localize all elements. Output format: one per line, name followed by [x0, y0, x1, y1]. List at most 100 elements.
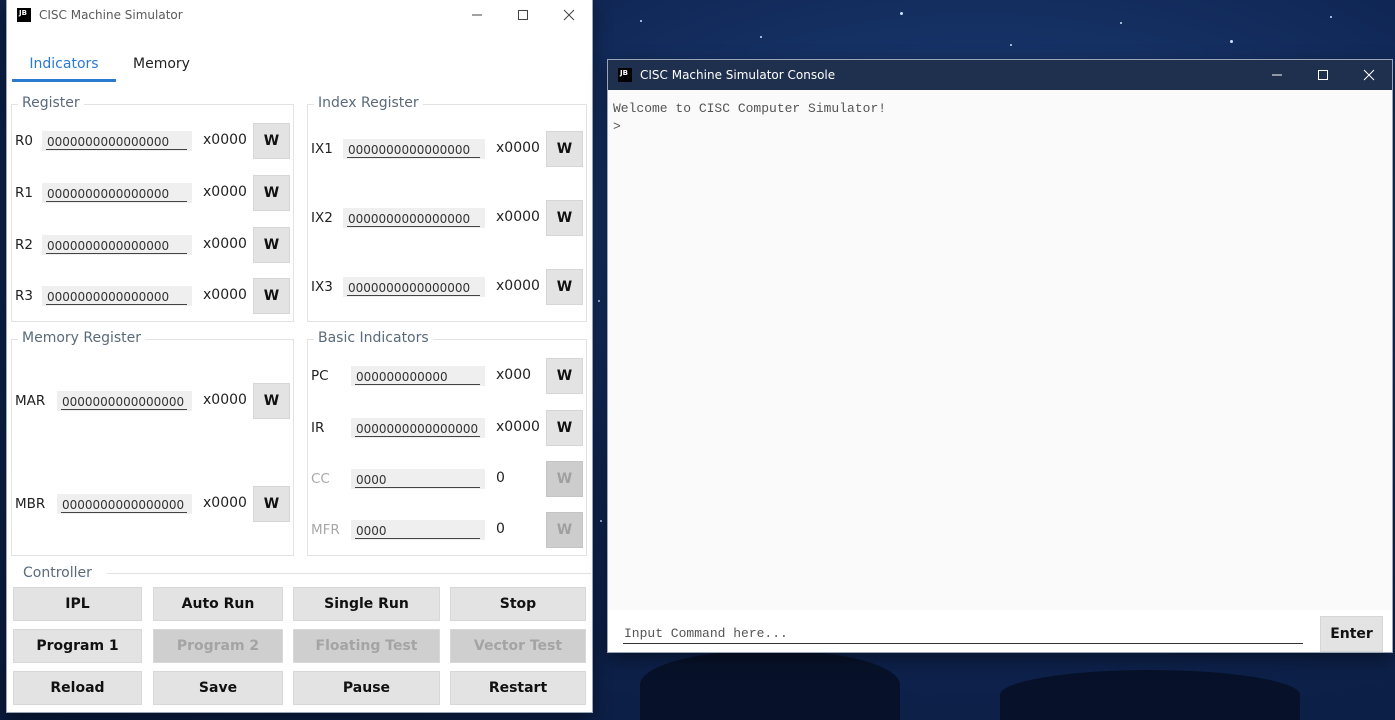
simulator-title-bar[interactable]: JB CISC Machine Simulator: [7, 0, 592, 30]
window-title: CISC Machine Simulator: [39, 8, 183, 22]
console-window-controls: [1254, 60, 1392, 90]
register-label: R2: [15, 237, 33, 253]
memory-register-hex-value: x0000: [203, 495, 247, 511]
minimize-icon: [472, 14, 482, 16]
write-button[interactable]: W: [546, 358, 583, 394]
maximize-button[interactable]: [1300, 60, 1346, 90]
register-hex-value: x0000: [203, 287, 247, 303]
index-register-label: IX2: [311, 210, 333, 226]
memory-register-group: Memory Register: [11, 330, 294, 556]
write-button[interactable]: W: [253, 383, 290, 419]
maximize-icon: [1318, 70, 1328, 80]
minimize-button[interactable]: [1254, 60, 1300, 90]
app-logo-icon: JB: [17, 8, 31, 22]
close-button[interactable]: [546, 0, 592, 30]
register-hex-value: x0000: [203, 132, 247, 148]
auto-run-button[interactable]: Auto Run: [153, 587, 283, 621]
app-logo-icon: JB: [618, 68, 632, 82]
indicator-hex-value: 0: [496, 521, 505, 537]
tab-bar: Indicators Memory: [12, 46, 207, 82]
write-button[interactable]: W: [546, 410, 583, 446]
indicator-label: PC: [311, 368, 329, 384]
maximize-button[interactable]: [500, 0, 546, 30]
index-register-hex-value: x0000: [496, 278, 540, 294]
floating-test-button[interactable]: Floating Test: [293, 629, 440, 663]
close-icon: [1363, 69, 1375, 81]
register-value-field[interactable]: 0000000000000000: [42, 131, 192, 151]
ipl-button[interactable]: IPL: [13, 587, 142, 621]
indicator-label: IR: [311, 420, 325, 436]
index-register-label: IX1: [311, 141, 333, 157]
write-button[interactable]: W: [253, 486, 290, 522]
indicator-value-field[interactable]: 0000: [351, 469, 485, 489]
indicator-label: MFR: [311, 522, 340, 538]
register-hex-value: x0000: [203, 184, 247, 200]
write-button[interactable]: W: [253, 278, 290, 314]
indicator-value-field[interactable]: 0000000000000000: [351, 418, 485, 438]
index-register-hex-value: x0000: [496, 209, 540, 225]
memory-register-value-field[interactable]: 0000000000000000: [57, 494, 192, 514]
minimize-icon: [1272, 74, 1282, 76]
memory-register-label: MAR: [15, 393, 46, 409]
memory-register-group-title: Memory Register: [18, 330, 146, 346]
write-button[interactable]: W: [546, 131, 583, 167]
console-prompt: >: [613, 119, 621, 134]
write-button[interactable]: W: [546, 461, 583, 497]
minimize-button[interactable]: [454, 0, 500, 30]
close-icon: [563, 9, 575, 21]
console-window-title: CISC Machine Simulator Console: [640, 68, 836, 82]
register-value-field[interactable]: 0000000000000000: [42, 235, 192, 255]
save-button[interactable]: Save: [153, 671, 283, 705]
write-button[interactable]: W: [253, 175, 290, 211]
write-button[interactable]: W: [253, 227, 290, 263]
indicator-value-field[interactable]: 0000: [351, 520, 485, 540]
register-label: R3: [15, 288, 33, 304]
register-group-title: Register: [18, 95, 84, 111]
close-button[interactable]: [1346, 60, 1392, 90]
index-register-group-title: Index Register: [314, 95, 423, 111]
restart-button[interactable]: Restart: [450, 671, 586, 705]
pause-button[interactable]: Pause: [293, 671, 440, 705]
console-line: Welcome to CISC Computer Simulator!: [613, 101, 887, 116]
basic-indicators-group-title: Basic Indicators: [314, 330, 433, 346]
register-label: R1: [15, 185, 33, 201]
tab-indicators[interactable]: Indicators: [12, 46, 116, 82]
indicator-label: CC: [311, 471, 330, 487]
command-input[interactable]: [623, 623, 1303, 644]
indicator-value-field[interactable]: 000000000000: [351, 366, 485, 386]
indicator-hex-value: x000: [496, 367, 532, 383]
controller-divider: [107, 573, 591, 574]
vector-test-button[interactable]: Vector Test: [450, 629, 586, 663]
index-register-value-field[interactable]: 0000000000000000: [343, 139, 485, 159]
stop-button[interactable]: Stop: [450, 587, 586, 621]
memory-register-label: MBR: [15, 496, 46, 512]
index-register-hex-value: x0000: [496, 140, 540, 156]
indicator-hex-value: 0: [496, 470, 505, 486]
console-title-bar[interactable]: JB CISC Machine Simulator Console: [608, 60, 1392, 90]
program-2-button[interactable]: Program 2: [153, 629, 283, 663]
simulator-window: JB CISC Machine Simulator Indicators Mem…: [7, 0, 592, 712]
indicator-hex-value: x0000: [496, 419, 540, 435]
console-window: JB CISC Machine Simulator Console Welcom…: [608, 60, 1392, 652]
console-output: Welcome to CISC Computer Simulator! >: [613, 100, 886, 136]
index-register-label: IX3: [311, 279, 333, 295]
memory-register-value-field[interactable]: 0000000000000000: [57, 391, 192, 411]
register-hex-value: x0000: [203, 236, 247, 252]
write-button[interactable]: W: [546, 269, 583, 305]
command-bar: Enter: [608, 610, 1392, 652]
write-button[interactable]: W: [546, 512, 583, 548]
index-register-value-field[interactable]: 0000000000000000: [343, 277, 485, 297]
maximize-icon: [518, 10, 528, 20]
reload-button[interactable]: Reload: [13, 671, 142, 705]
register-value-field[interactable]: 0000000000000000: [42, 183, 192, 203]
write-button[interactable]: W: [253, 123, 290, 159]
write-button[interactable]: W: [546, 200, 583, 236]
tab-memory[interactable]: Memory: [116, 46, 207, 82]
index-register-value-field[interactable]: 0000000000000000: [343, 208, 485, 228]
single-run-button[interactable]: Single Run: [293, 587, 440, 621]
controller-title: Controller: [23, 565, 92, 581]
register-value-field[interactable]: 0000000000000000: [42, 286, 192, 306]
program-1-button[interactable]: Program 1: [13, 629, 142, 663]
enter-button[interactable]: Enter: [1320, 616, 1383, 652]
window-controls: [454, 0, 592, 30]
